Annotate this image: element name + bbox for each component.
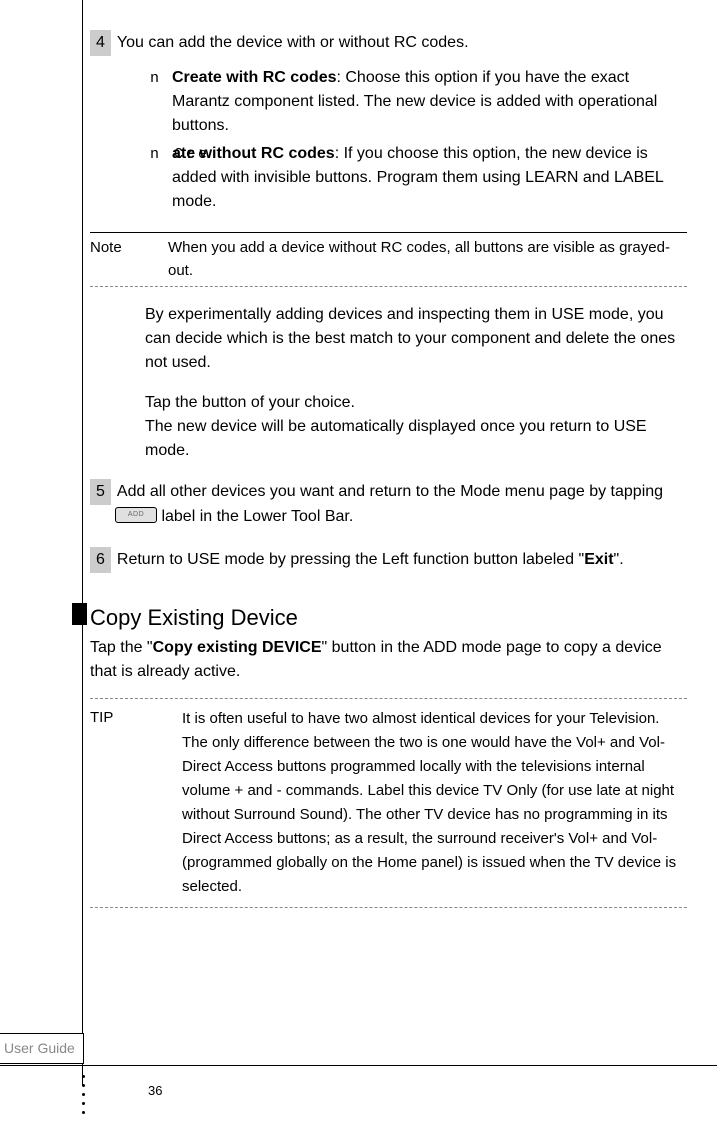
bullet-with-rc: n Create with RC codes: Choose this opti… [150,66,687,138]
page-content: 4 You can add the device with or without … [0,0,717,908]
bullet-bold: Create with RC codes [172,69,336,86]
note-label: Note [90,237,168,282]
tap-line-2: The new device will be automatically dis… [145,418,647,459]
step-6-text-a: Return to USE mode by pressing the Left … [117,551,584,568]
subheading-bold: Copy existing DEVICE [153,639,322,656]
add-button-icon [115,507,157,523]
note-text: When you add a device without RC codes, … [168,237,687,282]
step-6-text-b: ". [614,551,624,568]
heading-text: Copy Existing Device [90,601,298,634]
step-number-6: 6 [90,547,111,573]
tip-text: It is often useful to have two almost id… [182,707,687,899]
step-4-bullets: n Create with RC codes: Choose this opti… [115,66,687,214]
step-5: 5 Add all other devices you want and retu… [90,479,687,529]
bullet-without-rc: n Cre ate without RC codes: If you choos… [150,142,687,214]
step-6: 6 Return to USE mode by pressing the Left… [90,547,687,573]
tip-label: TIP [90,707,182,899]
tip-box: TIP It is often useful to have two almos… [90,698,687,908]
bullet-marker: n Cre [150,144,210,167]
section-heading: Copy Existing Device [72,601,687,634]
tap-line-1: Tap the button of your choice. [145,394,355,411]
footer-dots [82,1075,85,1114]
note-box: Note When you add a device without RC co… [90,232,687,287]
step-5-text-b: label in the Lower Tool Bar. [157,508,353,525]
tap-paragraph: Tap the button of your choice. The new d… [90,391,687,463]
experiment-paragraph: By experimentally adding devices and ins… [90,303,687,375]
subheading-a: Tap the " [90,639,153,656]
step-4-intro: You can add the device with or without R… [117,34,469,51]
copy-device-intro: Tap the "Copy existing DEVICE" button in… [90,636,687,684]
step-6-bold: Exit [584,551,613,568]
heading-square-icon [72,603,87,625]
step-4: 4 You can add the device with or without … [90,30,687,214]
step-5-text-a: Add all other devices you want and retur… [117,483,663,500]
page-number: 36 [148,1081,162,1101]
user-guide-label: User Guide [0,1033,84,1064]
step-number-4: 4 [90,30,111,56]
step-number-5: 5 [90,479,111,505]
footer-line [0,1065,717,1066]
bullet-marker: n [150,68,162,91]
